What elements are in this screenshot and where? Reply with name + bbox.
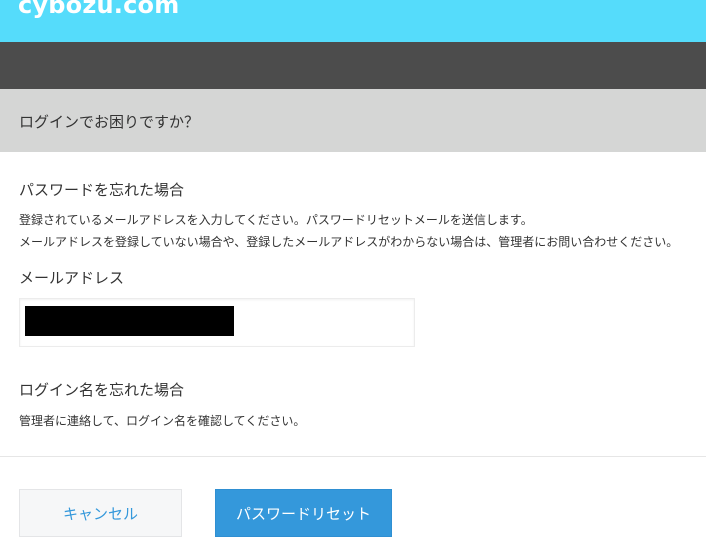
cybozu-logo[interactable]: cybozu.com <box>18 0 179 19</box>
email-field-label: メールアドレス <box>19 269 125 287</box>
forgot-password-desc-line1: 登録されているメールアドレスを入力してください。パスワードリセットメールを送信し… <box>19 213 533 227</box>
page-title: ログインでお困りですか？ <box>19 113 200 131</box>
page-title-bar: ログインでお困りですか？ <box>0 89 706 152</box>
cancel-button[interactable]: キャンセル <box>19 489 182 537</box>
password-reset-button[interactable]: パスワードリセット <box>215 489 392 537</box>
email-field[interactable] <box>19 298 415 347</box>
forgot-password-heading: パスワードを忘れた場合 <box>19 181 185 199</box>
redacted-email-value <box>25 306 234 336</box>
navigation-bar <box>0 42 706 89</box>
forgot-password-desc-line2: メールアドレスを登録していない場合や、登録したメールアドレスがわからない場合は、… <box>19 235 679 249</box>
main-content: パスワードを忘れた場合 登録されているメールアドレスを入力してください。パスワー… <box>0 152 706 456</box>
top-header-bar: cybozu.com <box>0 0 706 42</box>
forgot-login-name-desc: 管理者に連絡して、ログイン名を確認してください。 <box>19 414 306 428</box>
forgot-login-name-heading: ログイン名を忘れた場合 <box>19 381 185 399</box>
footer-divider <box>0 456 706 457</box>
